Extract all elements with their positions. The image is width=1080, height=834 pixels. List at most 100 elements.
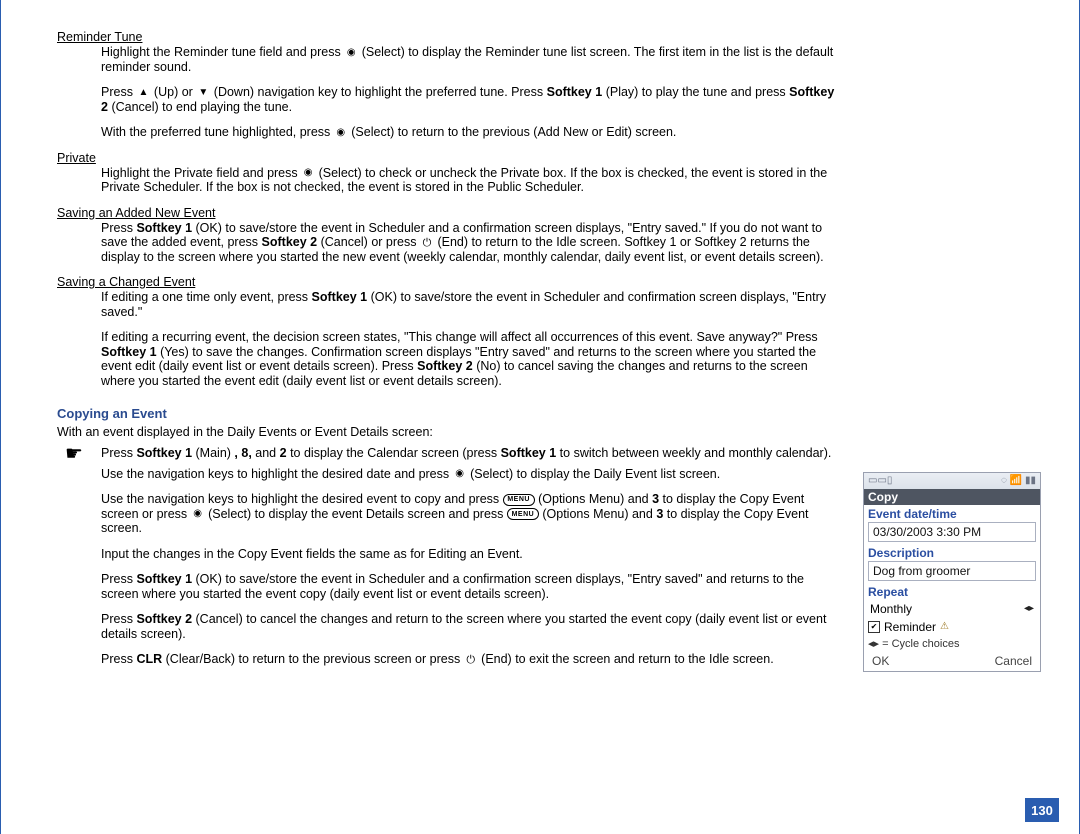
text: (Select) to display the Daily Event list… (470, 467, 720, 481)
select-icon (334, 127, 348, 139)
softkey-cancel: Cancel (995, 653, 1032, 669)
reminder-row: ✔ Reminder ⚠ (864, 618, 1040, 636)
text: (Select) to display the event Details sc… (208, 507, 507, 521)
text-bold: Softkey 1 (136, 221, 192, 235)
nav-down-icon (196, 87, 210, 99)
text: Press (101, 652, 136, 666)
text-bold: Softkey 1 (312, 290, 368, 304)
label-save-new: Saving an Added New Event (57, 206, 835, 221)
text: (Select) to return to the previous (Add … (351, 125, 676, 139)
text-block: Use the navigation keys to highlight the… (101, 467, 835, 482)
description-label: Description (864, 544, 1040, 561)
menu-icon: MENU (507, 508, 539, 520)
text-block: Press Softkey 1 (OK) to save/store the e… (101, 221, 835, 265)
text-bold: Softkey 2 (136, 612, 192, 626)
text: Use the navigation keys to highlight the… (101, 467, 453, 481)
text: to display the Calendar screen (press (290, 446, 501, 460)
text: (Main) (196, 446, 231, 460)
text-block: With the preferred tune highlighted, pre… (101, 125, 835, 140)
status-icons-left: ▭▭▯ (868, 473, 892, 489)
softkey-ok: OK (872, 653, 889, 669)
text-block: If editing a one time only event, press … (101, 290, 835, 319)
phone-title: Copy (864, 489, 1040, 505)
text-block: Press (Up) or (Down) navigation key to h… (101, 85, 835, 114)
text-block: Input the changes in the Copy Event fiel… (101, 547, 835, 562)
text-bold: Softkey 2 (262, 235, 318, 249)
warning-icon: ⚠ (940, 619, 949, 635)
page-number: 130 (1025, 798, 1059, 822)
text-bold: 3 (652, 492, 659, 506)
text: (Clear/Back) to return to the previous s… (166, 652, 464, 666)
text-block: Press Softkey 1 (OK) to save/store the e… (101, 572, 835, 601)
text: Press (101, 612, 136, 626)
text: (Up) or (154, 85, 196, 99)
softkey-row: OK Cancel (864, 653, 1040, 669)
manual-page: Reminder Tune Highlight the Reminder tun… (0, 0, 1080, 834)
text-block: Press Softkey 1 (Main) , 8, and 2 to dis… (101, 446, 831, 461)
text: Highlight the Reminder tune field and pr… (101, 45, 344, 59)
status-bar: ▭▭▯ ◌ 📶 ▮▮ (864, 473, 1040, 489)
text: and (255, 446, 279, 460)
select-icon (301, 167, 315, 179)
phone-screenshot: ▭▭▯ ◌ 📶 ▮▮ Copy Event date/time 03/30/20… (863, 472, 1041, 672)
label-save-edit: Saving a Changed Event (57, 275, 835, 290)
select-icon (191, 508, 205, 520)
text-bold: Softkey 1 (136, 572, 192, 586)
text: (Options Menu) and (542, 507, 656, 521)
cycle-note: ◂▸ = Cycle choices (864, 636, 1040, 652)
text-block: If editing a recurring event, the decisi… (101, 330, 835, 388)
text-block: Use the navigation keys to highlight the… (101, 492, 835, 536)
text-bold: Softkey 1 (501, 446, 557, 460)
repeat-label: Repeat (864, 583, 1040, 600)
text: Input the changes in the Copy Event fiel… (101, 547, 523, 561)
event-date-value: 03/30/2003 3:30 PM (868, 522, 1036, 542)
text-bold: Softkey 2 (417, 359, 473, 373)
menu-icon: MENU (503, 494, 535, 506)
text: to switch between weekly and monthly cal… (560, 446, 832, 460)
text: (Options Menu) and (538, 492, 652, 506)
text-bold: 2 (280, 446, 287, 460)
text-block: Highlight the Private field and press (S… (101, 166, 835, 195)
select-icon (344, 47, 358, 59)
text: (Cancel) or press (321, 235, 420, 249)
text: (OK) to save/store the event in Schedule… (101, 572, 804, 601)
text: Press (101, 85, 136, 99)
text: If editing a one time only event, press (101, 290, 312, 304)
reminder-label: Reminder (884, 619, 936, 635)
status-icons-right: ◌ 📶 ▮▮ (1001, 473, 1036, 489)
text-bold: , 8, (234, 446, 251, 460)
text: (End) to exit the screen and return to t… (481, 652, 774, 666)
label-private: Private (57, 151, 835, 166)
text-block: Highlight the Reminder tune field and pr… (101, 45, 835, 74)
text: Use the navigation keys to highlight the… (101, 492, 503, 506)
text: (Cancel) to end playing the tune. (111, 100, 292, 114)
text-block: Press CLR (Clear/Back) to return to the … (101, 652, 835, 667)
repeat-row: Monthly ◂▸ (864, 600, 1040, 618)
text: If editing a recurring event, the decisi… (101, 330, 818, 344)
select-icon (453, 468, 467, 480)
event-date-label: Event date/time (864, 505, 1040, 522)
nav-up-icon (136, 87, 150, 99)
text-bold: Softkey 1 (101, 345, 157, 359)
cycle-icon: ◂▸ (1024, 601, 1034, 617)
main-column: Reminder Tune Highlight the Reminder tun… (65, 30, 835, 667)
description-value: Dog from groomer (868, 561, 1036, 581)
text: Press (101, 572, 136, 586)
text-bold: CLR (136, 652, 162, 666)
hand-point-icon: ☛ (65, 446, 101, 461)
text: Press (101, 446, 136, 460)
text: With the preferred tune highlighted, pre… (101, 125, 334, 139)
text-block: Press Softkey 2 (Cancel) to cancel the c… (101, 612, 835, 641)
end-icon (464, 654, 478, 666)
text: Highlight the Private field and press (101, 166, 301, 180)
label-reminder-tune: Reminder Tune (57, 30, 835, 45)
text: (Play) to play the tune and press (606, 85, 789, 99)
text-intro: With an event displayed in the Daily Eve… (57, 425, 835, 440)
text: (Cancel) to cancel the changes and retur… (101, 612, 826, 641)
repeat-value: Monthly (870, 601, 912, 617)
end-icon (420, 237, 434, 249)
bullet-row: ☛ Press Softkey 1 (Main) , 8, and 2 to d… (65, 446, 835, 461)
heading-copying-event: Copying an Event (57, 406, 835, 421)
text-bold: 3 (656, 507, 663, 521)
text-bold: Softkey 1 (547, 85, 603, 99)
